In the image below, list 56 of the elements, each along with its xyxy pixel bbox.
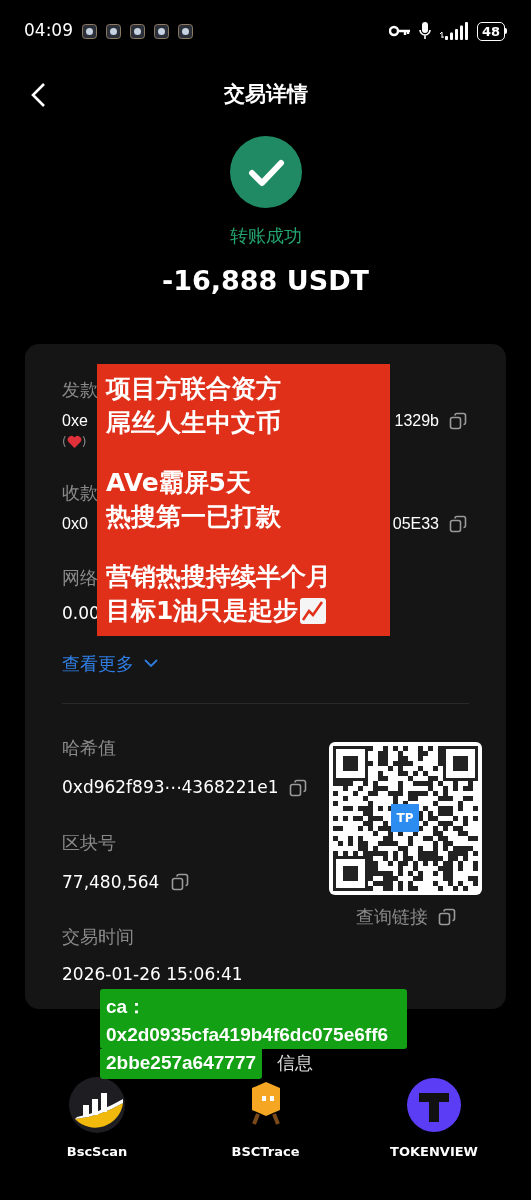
field-label: 区块号 bbox=[62, 830, 116, 855]
chart-up-icon bbox=[300, 598, 327, 624]
annotation-text: 项目方联合资方 bbox=[106, 373, 281, 405]
annotation-text: 热搜第一已打款 bbox=[106, 501, 281, 533]
copy-icon[interactable] bbox=[437, 907, 456, 926]
copy-icon[interactable] bbox=[449, 514, 467, 533]
letter-t-logo-icon[interactable] bbox=[407, 1077, 461, 1132]
field-label: 网络 bbox=[62, 565, 98, 590]
key-icon bbox=[388, 25, 411, 37]
copy-icon[interactable] bbox=[288, 778, 307, 797]
details-link[interactable]: 信息 bbox=[277, 1048, 313, 1076]
chevron-down-icon[interactable] bbox=[144, 659, 158, 668]
microphone-icon bbox=[418, 22, 431, 40]
annotation-text: 营销热搜持续半个月 bbox=[106, 561, 331, 593]
heart-icon bbox=[66, 434, 82, 449]
field-label: 哈希值 bbox=[62, 736, 116, 760]
contract-text: 0x2d0935cfa419b4f6dc075e6ff6 bbox=[106, 1023, 390, 1047]
app-notification-icon bbox=[178, 23, 193, 39]
block-value: 77,480,564 bbox=[62, 870, 160, 894]
explorer-label[interactable]: BSCTrace bbox=[231, 1141, 300, 1161]
contract-text: ca： bbox=[106, 995, 148, 1019]
address-text: 0x0 bbox=[62, 513, 88, 534]
success-check-icon bbox=[229, 136, 302, 208]
address-text: 05E33 bbox=[392, 513, 439, 534]
field-label: 交易时间 bbox=[62, 925, 134, 949]
app-notification-icon bbox=[130, 23, 145, 39]
annotation-text: 屌丝人生中文币 bbox=[106, 407, 281, 439]
app-notification-icon bbox=[82, 23, 97, 39]
bracket-text: ) bbox=[81, 433, 87, 451]
status-time: 04:09 bbox=[24, 19, 73, 43]
qr-badge: TP bbox=[391, 804, 419, 832]
see-more-link[interactable]: 查看更多 bbox=[62, 650, 134, 677]
chart-logo-icon[interactable] bbox=[69, 1076, 125, 1133]
address-text: 1329b bbox=[394, 410, 439, 431]
status-text: 转账成功 bbox=[229, 224, 302, 248]
contract-text: 2bbe257a647777 bbox=[106, 1052, 256, 1073]
copy-icon[interactable] bbox=[449, 411, 467, 430]
app-notification-icon bbox=[106, 23, 121, 39]
explorer-label[interactable]: TOKENVIEW bbox=[390, 1141, 478, 1161]
annotation-text: AVe霸屏5天 bbox=[106, 467, 251, 499]
annotation-text: 目标1油只是起步 bbox=[106, 595, 299, 627]
back-icon[interactable] bbox=[30, 82, 46, 108]
query-link[interactable]: 查询链接 bbox=[355, 903, 428, 930]
amount-text: -16,888 USDT bbox=[162, 264, 369, 298]
field-label: 收款 bbox=[62, 480, 98, 505]
address-text: 0xe bbox=[62, 410, 88, 431]
time-value: 2026-01-26 15:06:41 bbox=[62, 963, 243, 986]
explorer-label[interactable]: BscScan bbox=[66, 1141, 128, 1161]
battery-indicator: 48 bbox=[476, 21, 507, 41]
app-notification-icon bbox=[154, 23, 169, 39]
hash-value: 0xd962f893⋯4368221e1 bbox=[62, 776, 279, 799]
bracket-text: ( bbox=[62, 433, 67, 451]
field-label: 发款 bbox=[62, 377, 98, 402]
signal-icon bbox=[438, 22, 469, 40]
page-title: 交易详情 bbox=[223, 81, 308, 109]
copy-icon[interactable] bbox=[171, 873, 190, 892]
